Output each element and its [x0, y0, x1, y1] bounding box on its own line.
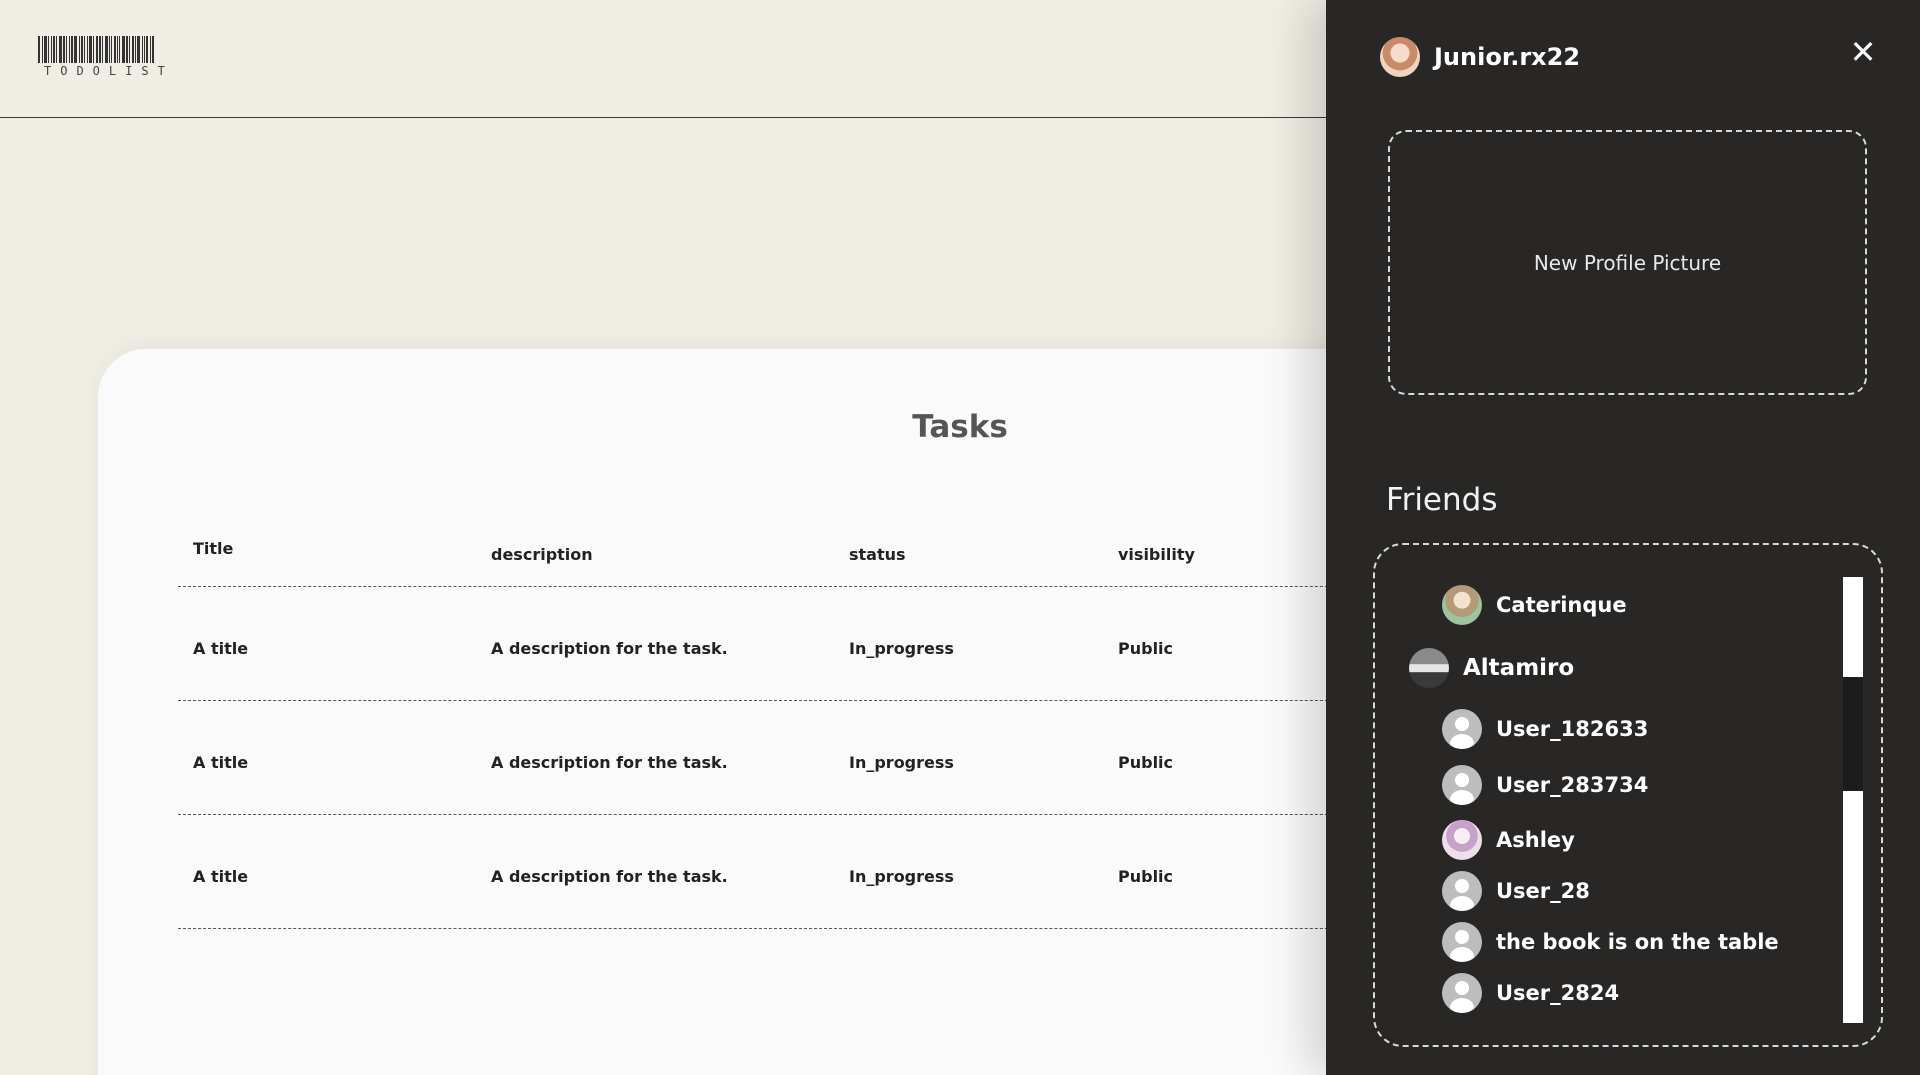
task-visibility: Public [1118, 867, 1174, 886]
default-user-icon [1442, 709, 1482, 749]
tasks-table: Title description status visibility A ti… [178, 524, 1428, 929]
column-header-status: status [849, 545, 906, 564]
barcode-icon [38, 36, 194, 63]
user-avatar [1380, 37, 1420, 77]
column-header-description: description [491, 545, 593, 564]
logo-text: TODOLIST [44, 64, 174, 78]
upload-label: New Profile Picture [1533, 250, 1722, 275]
anime-avatar [1442, 820, 1482, 860]
friend-item[interactable]: Altamiro [1409, 648, 1574, 688]
table-row[interactable]: A title A description for the task. In_p… [178, 587, 1428, 701]
friend-item[interactable]: User_28 [1442, 871, 1590, 911]
friend-name: the book is on the table [1496, 930, 1779, 954]
friend-item[interactable]: Caterinque [1442, 585, 1627, 625]
task-status: In_progress [849, 753, 954, 772]
table-row[interactable]: A title A description for the task. In_p… [178, 701, 1428, 815]
username: Junior.rx22 [1434, 43, 1581, 71]
drawer-header: Junior.rx22 [1380, 37, 1580, 77]
task-status: In_progress [849, 867, 954, 886]
profile-drawer: Junior.rx22 ✕ New Profile Picture Friend… [1326, 0, 1920, 1075]
friend-item[interactable]: the book is on the table [1442, 922, 1779, 962]
friend-name: Altamiro [1463, 655, 1575, 681]
table-row[interactable]: A title A description for the task. In_p… [178, 815, 1428, 929]
task-description: A description for the task. [491, 753, 728, 772]
friend-name: Caterinque [1496, 593, 1627, 617]
column-header-title: Title [193, 539, 234, 558]
task-title: A title [193, 639, 249, 658]
friend-name: User_2824 [1496, 981, 1620, 1005]
friend-item[interactable]: User_2824 [1442, 973, 1619, 1013]
profile-picture-upload[interactable]: New Profile Picture [1388, 130, 1867, 395]
friend-item[interactable]: Ashley [1442, 820, 1575, 860]
default-user-icon [1442, 765, 1482, 805]
friend-name: Ashley [1496, 828, 1575, 852]
task-visibility: Public [1118, 753, 1174, 772]
default-user-icon [1442, 922, 1482, 962]
scrollbar-thumb[interactable] [1843, 677, 1863, 791]
column-header-visibility: visibility [1118, 545, 1195, 564]
friends-scrollbar[interactable] [1843, 577, 1863, 1023]
friend-item[interactable]: User_283734 [1442, 765, 1648, 805]
friend-name: User_28 [1496, 879, 1590, 903]
friend-item[interactable]: User_182633 [1442, 709, 1648, 749]
friends-title: Friends [1386, 482, 1498, 518]
tasks-card: Tasks Title description status visibilit… [98, 349, 1498, 1075]
task-description: A description for the task. [491, 867, 728, 886]
anime-avatar [1442, 585, 1482, 625]
friend-name: User_283734 [1496, 773, 1649, 797]
table-header-row: Title description status visibility [178, 524, 1428, 587]
friend-name: User_182633 [1496, 717, 1649, 741]
friends-list[interactable]: Caterinque Altamiro User_182633 User_283… [1373, 543, 1883, 1047]
app-logo[interactable]: TODOLIST [38, 36, 194, 78]
task-description: A description for the task. [491, 639, 728, 658]
task-visibility: Public [1118, 639, 1174, 658]
task-title: A title [193, 867, 249, 886]
default-user-icon [1442, 973, 1482, 1013]
car-avatar [1409, 648, 1449, 688]
close-icon[interactable]: ✕ [1848, 36, 1878, 68]
top-bar: TODOLIST [0, 0, 1326, 118]
task-status: In_progress [849, 639, 954, 658]
task-title: A title [193, 753, 249, 772]
default-user-icon [1442, 871, 1482, 911]
